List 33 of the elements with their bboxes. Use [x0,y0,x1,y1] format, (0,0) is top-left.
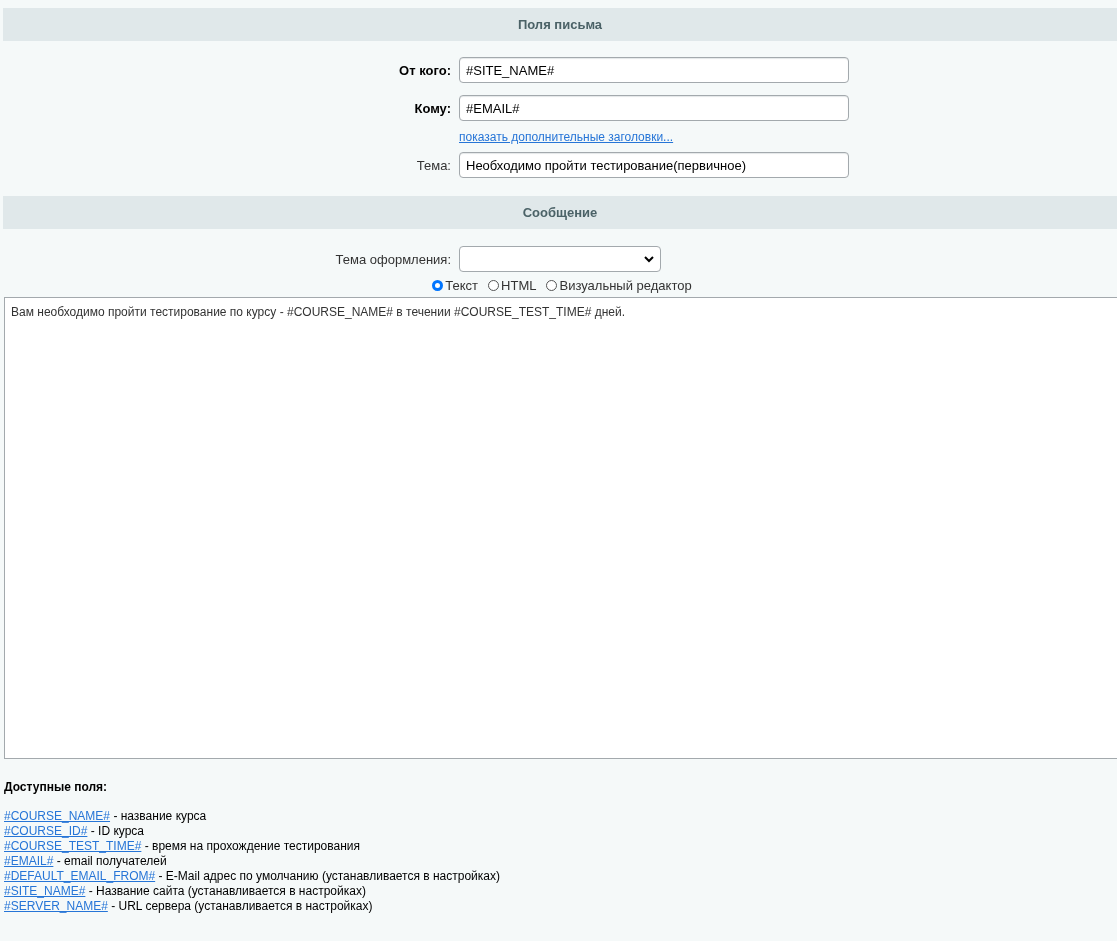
field-token-link[interactable]: #SITE_NAME# [4,884,86,898]
radio-icon[interactable] [488,280,500,291]
field-token-link[interactable]: #SERVER_NAME# [4,899,108,913]
field-description: - ID курса [90,824,144,838]
available-fields-title: Доступные поля: [4,780,109,795]
text-field[interactable]: Необходимо пройти тестирование(первичное) [459,152,849,178]
section-title: Сообщение [522,205,598,220]
field-token-link[interactable]: #COURSE_ID# [4,824,88,838]
format-radio[interactable]: HTML [488,278,537,293]
text-field[interactable]: #SITE_NAME# [459,57,849,83]
text-field[interactable]: #EMAIL# [459,95,849,121]
format-radio[interactable]: Визуальный редактор [546,278,692,293]
field-label: Тема: [416,157,451,173]
message-textarea[interactable]: Вам необходимо пройти тестирование по курсу - #COURSE_NAME# в течении #COURSE_TEST_TIME# дней. [4,297,1117,759]
radio-icon[interactable] [432,280,444,291]
chevron-down-icon [644,255,654,263]
field-token-link[interactable]: #EMAIL# [4,854,54,868]
field-token-link[interactable]: #COURSE_TEST_TIME# [4,839,142,853]
field-token-link[interactable]: #DEFAULT_EMAIL_FROM# [4,869,156,883]
format-radio[interactable]: Текст [432,278,479,293]
field-description: - Название сайта (устанавливается в настройках) [88,884,366,898]
field-description: - email получателей [56,854,167,868]
radio-icon[interactable] [546,280,558,291]
field-description: - название курса [113,809,207,823]
field-label: От кого: [399,62,451,78]
field-token-link[interactable]: #COURSE_NAME# [4,809,111,823]
show-headers-link[interactable]: показать дополнительные заголовки... [459,130,674,144]
field-description: - URL сервера (устанавливается в настройках) [111,899,373,913]
field-description: - E-Mail адрес по умолчанию (устанавливается в настройках) [158,869,500,883]
section-title: Поля письма [517,17,603,32]
field-label: Кому: [414,100,451,116]
field-description: - время на прохождение тестирования [144,839,360,853]
theme-label: Тема оформления: [335,251,451,267]
